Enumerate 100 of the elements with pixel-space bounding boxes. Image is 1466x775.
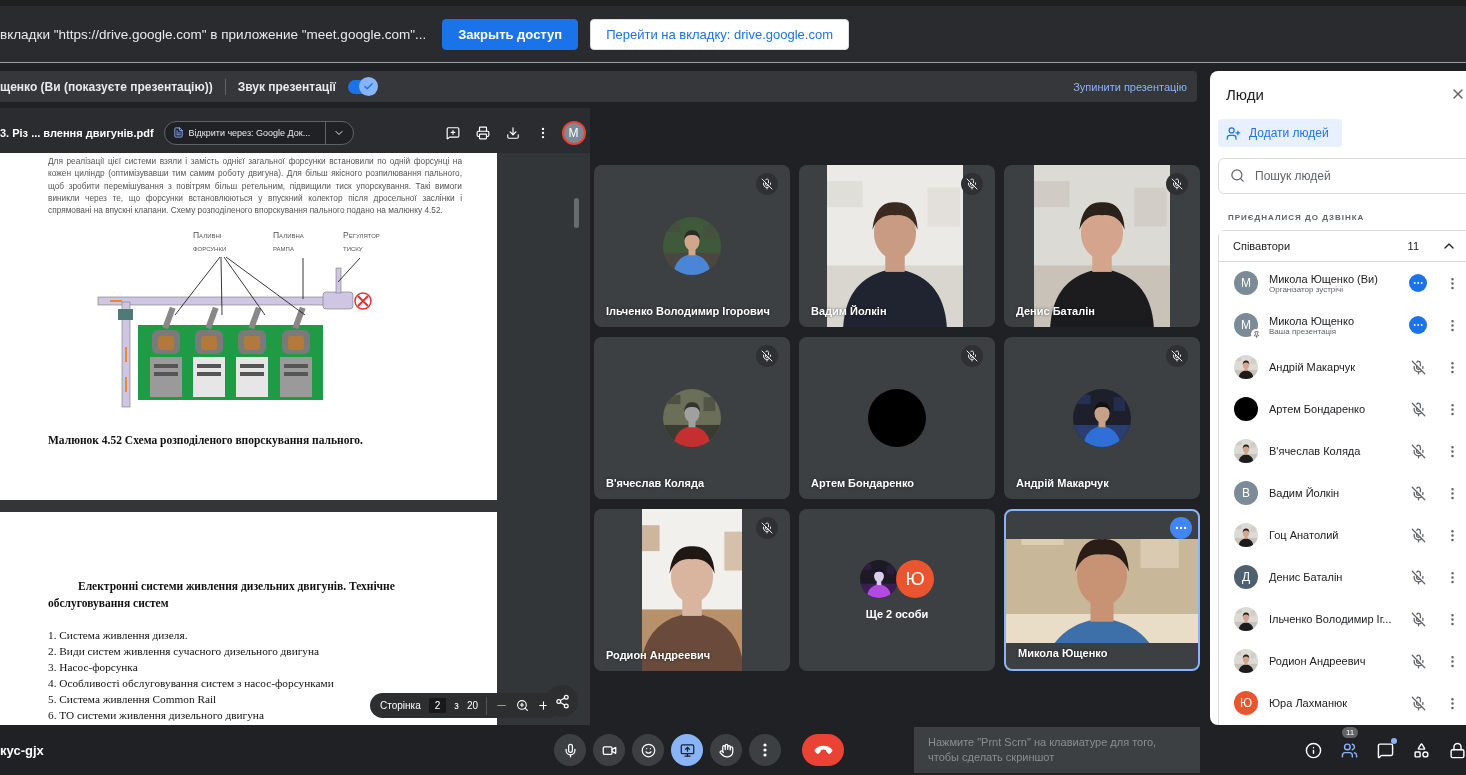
person-role: Організатор зустрічі	[1269, 284, 1344, 294]
avatar-circle	[1234, 397, 1258, 421]
participant-name: В'ячеслав Коляда	[606, 477, 705, 489]
participant-name: Андрій Макарчук	[1016, 477, 1109, 489]
muted-mic-icon	[1410, 695, 1426, 711]
hang-up-button[interactable]	[802, 734, 844, 766]
file-name: 3. Різ ... влення двигунів.pdf	[0, 126, 154, 139]
page-number-field[interactable]: 2	[428, 698, 447, 713]
person-name: Ільченко Володимир Іг...	[1269, 613, 1393, 625]
avatar-letter: М	[1234, 271, 1258, 295]
person-name: Артем Бондаренко	[1269, 403, 1367, 415]
stop-presenting-link[interactable]: Зупинити презентацію	[1073, 80, 1187, 93]
avatar-letter: В	[1234, 481, 1258, 505]
mic-icon	[562, 742, 578, 758]
section-label: ПРИЄДНАЛИСЯ ДО ДЗВІНКА	[1228, 213, 1366, 222]
lock-icon	[1448, 741, 1466, 759]
download-icon[interactable]	[505, 125, 520, 140]
list-item: 3. Насос-форсунка	[48, 660, 138, 675]
muted-mic-icon	[1410, 359, 1426, 375]
participant-name: Артем Бондаренко	[811, 477, 914, 489]
info-icon	[1304, 741, 1322, 759]
audio-label: Звук презентації	[237, 79, 336, 94]
group-header[interactable]: Співавтори 11	[1219, 231, 1466, 262]
page-total: 20	[466, 700, 478, 711]
list-item: 5. Система живлення Common Rail	[48, 692, 217, 707]
list-item: 2. Види систем живлення сучасного дизельного двигуна	[48, 644, 320, 659]
participant-name: Родион Андреевич	[606, 649, 711, 661]
hand-icon	[718, 742, 734, 758]
figure-label: Паливні форсунки	[193, 230, 227, 254]
figure-label: Паливна рампа	[273, 230, 304, 254]
share-icon	[554, 693, 570, 709]
print-icon[interactable]	[475, 125, 490, 140]
person-name: Юра Лахманюк	[1269, 697, 1349, 709]
screenshot-hint: Нажмите "Prnt Scrn" на клавиатуре для того, чтобы сделать скриншот	[914, 727, 1200, 773]
panel-title: Люди	[1226, 85, 1264, 103]
meeting-code: кус-gjx	[0, 742, 45, 758]
avatar-letter: Ю	[896, 560, 934, 598]
list-item: 6. ТО системи живлення дизельного двигуна	[48, 708, 264, 723]
stop-sharing-button[interactable]: Закрыть доступ	[442, 18, 579, 50]
raise-hand-button[interactable]	[710, 734, 742, 766]
avatar-letter: Ю	[1234, 691, 1258, 715]
lock-button[interactable]	[1448, 741, 1466, 759]
list-item: 4. Особливості обслуговування систем з насос-форсунками	[48, 676, 334, 691]
person-name: Микола Ющенко (Ви)	[1269, 272, 1379, 285]
zoom-icon[interactable]	[516, 699, 529, 712]
scrollbar[interactable]	[574, 198, 579, 228]
activities-icon	[1412, 741, 1430, 759]
person-name: Вадим Йолкін	[1269, 487, 1341, 499]
page-of-label: з	[454, 700, 459, 711]
muted-mic-icon	[1410, 527, 1426, 543]
check-icon	[362, 80, 374, 92]
person-name: Денис Баталін	[1269, 571, 1344, 583]
participant-name: Микола Ющенко	[1018, 647, 1108, 659]
present-icon	[679, 742, 695, 758]
muted-mic-icon	[1410, 401, 1426, 417]
participant-name: Ільченко Володимир Ігорович	[606, 305, 770, 317]
add-person-icon	[1226, 125, 1241, 141]
chat-icon	[1376, 741, 1394, 759]
presenter-label: щенко (Ви (показуєте презентацію))	[0, 79, 213, 94]
add-people-button[interactable]: Додати людей	[1218, 119, 1342, 147]
person-name: Гоц Анатолий	[1269, 529, 1340, 541]
person-name: Родион Андреевич	[1269, 655, 1367, 667]
add-comment-icon[interactable]	[445, 125, 460, 140]
more-options-button[interactable]	[749, 734, 781, 766]
avatar-letter: Д	[1234, 565, 1258, 589]
emoji-button[interactable]	[632, 734, 664, 766]
audio-toggle[interactable]	[347, 79, 376, 94]
document-heading: Електронні системи живлення дизельних двигунів. Технічне обслуговування систем	[48, 579, 396, 612]
camera-button[interactable]	[593, 734, 625, 766]
account-avatar[interactable]: M	[561, 120, 586, 145]
open-with-button[interactable]: Відкрити через: Google Док...	[163, 120, 354, 145]
more-options-button[interactable]	[1170, 517, 1192, 539]
muted-mic-icon	[1410, 611, 1426, 627]
document-icon	[172, 127, 184, 138]
activities-button[interactable]	[1412, 741, 1430, 759]
more-icon	[763, 743, 767, 757]
page-label: Сторінка	[380, 700, 421, 711]
figure-caption: Малюнок 4.52 Схема розподіленого впорскування пального.	[48, 434, 364, 447]
microphone-button[interactable]	[554, 734, 586, 766]
info-button[interactable]	[1304, 741, 1322, 759]
muted-mic-icon	[1410, 569, 1426, 585]
share-button[interactable]	[546, 685, 578, 717]
chat-button[interactable]	[1376, 741, 1394, 759]
sharing-message: вкладки "https://drive.google.com" в приложение "meet.google.com"...	[0, 26, 427, 42]
emoji-icon	[640, 742, 656, 758]
more-people-label: Ще 2 особи	[865, 608, 929, 620]
document-paragraph: Для реалізації цієї системи взяли і замість однієї загальної форсунки встановили по одній форсунці на кожен циліндр (оптимізувавши тим самим роботу двигуна). Для більш якісного розпилювання пального, щоб зробити перемішування з повітрям більш ретельним, підвищили тиск упорскування. Такі вимоги виникли через те, що форсунки встановлюються у впускний колектор після дросельної заслінки і спрямовані на впускні клапани. Схему розподіленого впорскування пального подано на малюнку 4.52.	[48, 155, 462, 217]
count-badge: 11	[1342, 727, 1359, 738]
person-name: Андрій Макарчук	[1269, 361, 1357, 373]
figure-label: Регулятор тиску	[343, 230, 380, 254]
switch-tab-button[interactable]: Перейти на вкладку: drive.google.com	[590, 18, 849, 50]
search-field[interactable]: Пошук людей	[1218, 158, 1466, 194]
person-name: В'ячеслав Коляда	[1269, 445, 1362, 457]
muted-mic-icon	[1410, 485, 1426, 501]
person-role: Ваша презентація	[1269, 326, 1337, 336]
person-name: Микола Ющенко	[1269, 314, 1355, 327]
people-icon	[1340, 741, 1358, 759]
muted-mic-icon	[1410, 443, 1426, 459]
avatar-letter: М	[1234, 313, 1258, 337]
present-button[interactable]	[671, 734, 703, 766]
